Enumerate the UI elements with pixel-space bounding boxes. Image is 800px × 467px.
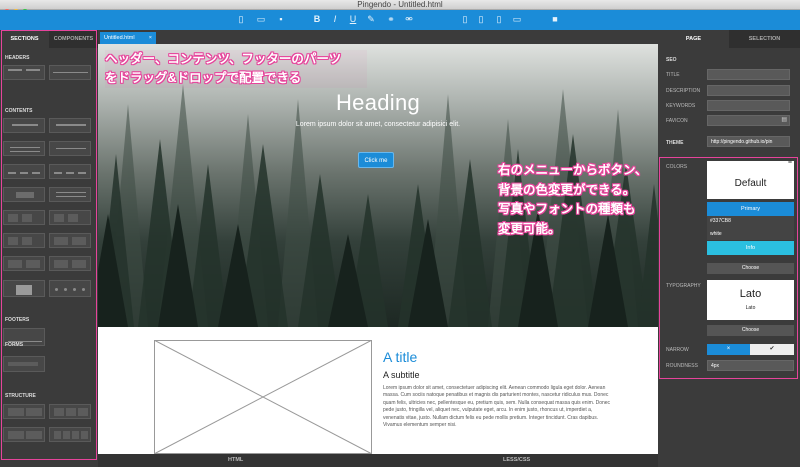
new-file-icon[interactable]: ▯: [236, 14, 246, 25]
title-label: TITLE: [666, 72, 680, 78]
tab-selection[interactable]: SELECTION: [729, 30, 800, 48]
window-titlebar: Pingendo - Untitled.html: [0, 0, 800, 15]
favicon-field[interactable]: ▤: [707, 115, 790, 126]
image-placeholder[interactable]: [154, 340, 372, 454]
click-me-button[interactable]: Click me: [358, 152, 394, 168]
editor-tabbar: Untitled.html ×: [98, 30, 658, 44]
main-toolbar: ▯ ▭ ▪ B I U ✎ ⚭ ⚮ ▯ ▯ ▯ ▭ ■: [0, 10, 800, 30]
clear-format-icon[interactable]: ✎: [366, 14, 376, 25]
phone-icon[interactable]: ▯: [494, 14, 504, 25]
section-body[interactable]: Lorem ipsum dolor sit amet, consectetuer…: [383, 385, 611, 429]
description-label: DESCRIPTION: [666, 88, 701, 94]
window-title: Pingendo - Untitled.html: [357, 0, 443, 9]
tab-less-css[interactable]: LESS/CSS: [503, 454, 530, 467]
close-tab-icon[interactable]: ×: [149, 32, 152, 44]
tab-html[interactable]: HTML: [228, 454, 243, 467]
favicon-label: FAVICON: [666, 118, 688, 124]
hero-heading[interactable]: Heading: [98, 90, 658, 116]
keywords-label: KEYWORDS: [666, 103, 696, 109]
annotation-left-line: をドラッグ&ドロップで配置できる: [105, 71, 302, 85]
keywords-field[interactable]: [707, 100, 790, 111]
section-title[interactable]: A title: [383, 349, 417, 365]
right-tabs: PAGE SELECTION: [658, 30, 800, 48]
left-panel-highlight: [1, 30, 97, 460]
annotation-right-line: 背景の色変更ができる。: [498, 182, 636, 197]
annotation-right: 右のメニューからボタン、 背景の色変更ができる。 写真やフォントの種類も 変更可…: [498, 161, 668, 239]
document-tab[interactable]: Untitled.html ×: [100, 32, 156, 44]
annotation-left-line: ヘッダー、コンテンツ、フッターのパーツ: [105, 52, 342, 66]
seo-heading: SEO: [666, 57, 677, 63]
theme-url-field[interactable]: http://pingendo.github.io/pin: [707, 136, 790, 147]
monitor-icon[interactable]: ▭: [512, 14, 522, 25]
document-tab-label: Untitled.html: [104, 35, 135, 41]
annotation-right-line: 変更可能。: [498, 221, 561, 236]
desktop-icon[interactable]: ▯: [460, 14, 470, 25]
code-tabs: HTML LESS/CSS: [98, 454, 658, 467]
annotation-right-line: 右のメニューからボタン、: [498, 163, 648, 177]
right-panel-highlight: [659, 157, 798, 379]
italic-icon[interactable]: I: [330, 14, 340, 25]
tab-page[interactable]: PAGE: [658, 30, 729, 48]
bold-icon[interactable]: B: [312, 14, 322, 25]
underline-icon[interactable]: U: [348, 14, 358, 25]
theme-label: THEME: [666, 140, 684, 146]
hero-lead[interactable]: Lorem ipsum dolor sit amet, consectetur …: [98, 121, 658, 128]
description-field[interactable]: [707, 85, 790, 96]
annotation-left: ヘッダー、コンテンツ、フッターのパーツ をドラッグ&ドロップで配置できる: [105, 50, 367, 88]
section-subtitle[interactable]: A subtitle: [383, 370, 420, 380]
unlink-icon[interactable]: ⚮: [404, 14, 414, 25]
link-icon[interactable]: ⚭: [386, 14, 396, 25]
title-field[interactable]: [707, 69, 790, 80]
content-section[interactable]: A title A subtitle Lorem ipsum dolor sit…: [98, 327, 658, 454]
folder-icon[interactable]: ■: [550, 14, 560, 25]
annotation-right-line: 写真やフォントの種類も: [498, 202, 636, 216]
open-folder-icon[interactable]: ▭: [256, 14, 266, 25]
tablet-icon[interactable]: ▯: [476, 14, 486, 25]
favicon-file-icon[interactable]: ▤: [781, 116, 787, 123]
save-icon[interactable]: ▪: [276, 14, 286, 25]
